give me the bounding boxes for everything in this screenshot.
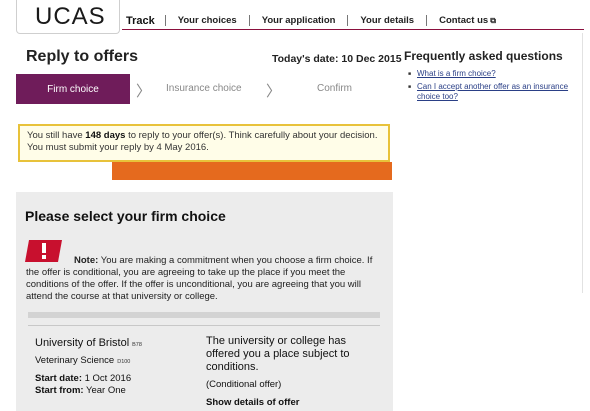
start-from-label: Start from:: [35, 385, 84, 396]
university-label: University of Bristol: [35, 337, 130, 349]
start-date: Start date: 1 Oct 2016: [35, 373, 131, 384]
chevron-right-icon: 〉: [136, 83, 152, 100]
start-from-value: Year One: [83, 385, 126, 396]
course-name: Veterinary Science D100: [35, 355, 130, 366]
course-code: D100: [117, 359, 131, 365]
nav-your-choices[interactable]: Your choices: [164, 15, 249, 26]
top-navigation: Track Your choices Your application Your…: [122, 12, 584, 30]
progress-steps: Firm choice 〉 Insurance choice 〉 Confirm: [16, 74, 392, 106]
notice-suffix: to reply to your offer(s). Think careful…: [125, 130, 378, 141]
commitment-note: Note: You are making a commitment when y…: [26, 255, 386, 303]
track-label: Track: [126, 14, 155, 27]
note-label: Note:: [74, 255, 99, 266]
start-date-label: Start date:: [35, 373, 82, 384]
ucas-logo[interactable]: UCAS: [35, 3, 106, 31]
faq-list: What is a firm choice? Can I accept anot…: [408, 69, 584, 105]
faq-title: Frequently asked questions: [404, 49, 563, 63]
offer-description: The university or college has offered yo…: [206, 335, 350, 373]
nav-your-details[interactable]: Your details: [347, 15, 426, 26]
faq-link-insurance-choice[interactable]: Can I accept another offer as an insuran…: [408, 82, 584, 102]
notice-line-2: You must submit your reply by 4 May 2016…: [27, 142, 209, 153]
nav-your-application[interactable]: Your application: [248, 15, 348, 26]
deadline-notice: You still have 148 days to reply to your…: [18, 124, 390, 162]
course-label: Veterinary Science: [35, 355, 115, 366]
logo-box: UCAS: [16, 0, 120, 34]
step-firm-choice: Firm choice: [16, 74, 130, 104]
days-remaining: 148 days: [85, 130, 126, 141]
notice-prefix: You still have: [27, 130, 86, 141]
panel-title: Please select your firm choice: [25, 208, 226, 224]
step-insurance-choice: Insurance choice: [166, 83, 242, 94]
notice-line-1: You still have 148 days to reply to your…: [27, 130, 381, 142]
university-name: University of Bristol B78: [35, 337, 142, 349]
start-from: Start from: Year One: [35, 385, 126, 396]
step-confirm: Confirm: [317, 83, 353, 94]
start-date-value: 1 Oct 2016: [81, 373, 132, 384]
firm-choice-panel: Please select your firm choice Note: You…: [16, 192, 393, 411]
offer-type: (Conditional offer): [206, 379, 282, 390]
show-details-link[interactable]: Show details of offer: [206, 397, 299, 408]
todays-date: Today's date: 10 Dec 2015: [272, 53, 402, 65]
external-link-icon: ⧉: [490, 16, 496, 25]
orange-bar: [112, 162, 392, 180]
offer-card[interactable]: University of Bristol B78 Veterinary Scie…: [28, 325, 380, 411]
nav-contact-us[interactable]: Contact us ⧉: [426, 15, 508, 26]
chevron-right-icon: 〉: [266, 83, 282, 100]
university-code: B78: [132, 342, 142, 348]
page-title: Reply to offers: [26, 48, 139, 65]
panel-divider: [28, 312, 380, 318]
nav-contact-us-label: Contact us: [439, 15, 489, 26]
sidebar-divider: [582, 33, 583, 293]
faq-link-firm-choice[interactable]: What is a firm choice?: [408, 69, 584, 79]
